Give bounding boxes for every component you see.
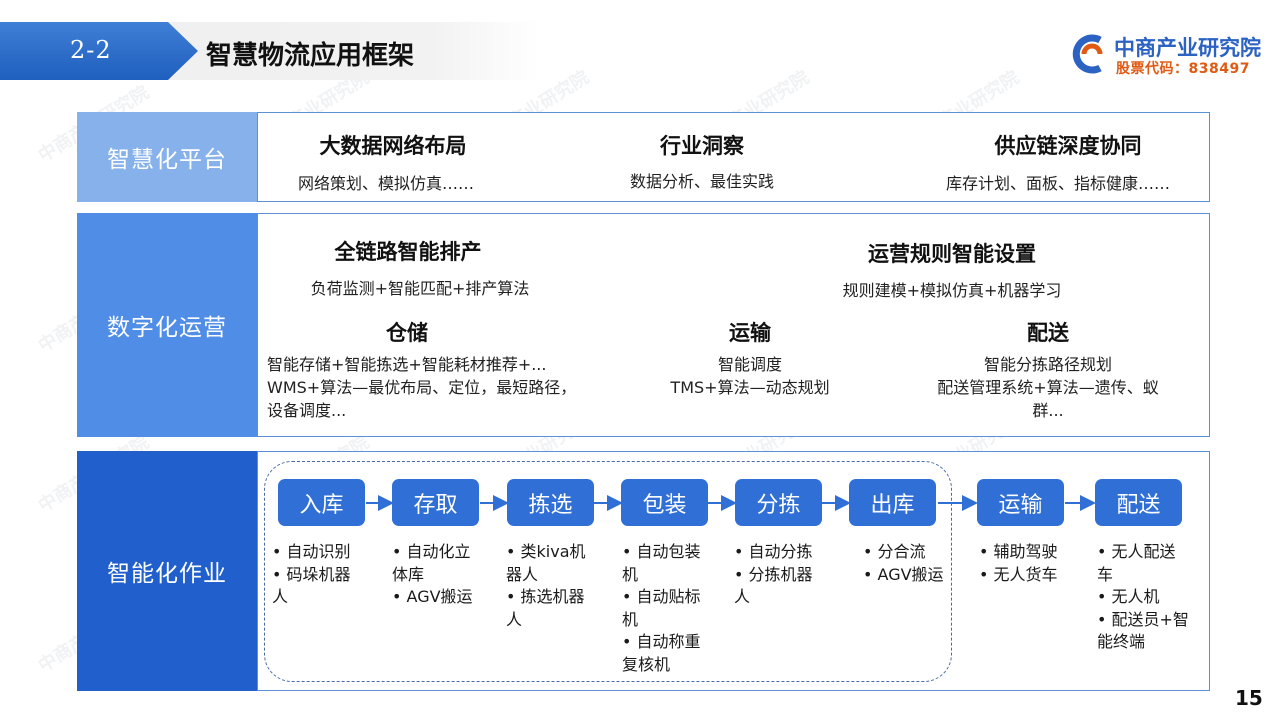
operations-item-title: 运输 (729, 321, 771, 345)
step-box: 分拣 (735, 479, 822, 526)
operations-item-title: 仓储 (386, 321, 428, 345)
execution-label: 智能化作业 (77, 451, 257, 691)
section-number: 2-2 (70, 36, 112, 64)
operations-item-desc: 负荷监测+智能匹配+排产算法 (310, 279, 530, 298)
operations-item-title: 全链路智能排产 (334, 240, 482, 264)
stock-code: 股票代码：838497 (1116, 61, 1250, 77)
step-box: 出库 (849, 479, 936, 526)
platform-item-title: 大数据网络布局 (319, 134, 467, 158)
page-title: 智慧物流应用框架 (206, 41, 415, 71)
step-box: 运输 (977, 479, 1064, 526)
operations-item-desc: 智能存储+智能拣选+智能耗材推荐+... WMS+算法—最优布局、定位，最短路径… (267, 355, 577, 420)
platform-item-desc: 库存计划、面板、指标健康…… (945, 174, 1170, 193)
step-bullets: • 自动包装 机 • 自动贴标 机 • 自动称重 复核机 (622, 542, 701, 674)
operations-item-title: 配送 (1027, 321, 1069, 345)
step-box: 入库 (278, 479, 365, 526)
step-bullets: • 自动化立 体库 • AGV搬运 (392, 542, 473, 606)
platform-item-desc: 网络策划、模拟仿真…… (297, 174, 474, 193)
step-bullets: • 辅助驾驶 • 无人货车 (979, 542, 1058, 584)
step-box: 存取 (392, 479, 479, 526)
platform-item-desc: 数据分析、最佳实践 (629, 172, 774, 191)
platform-item-title: 行业洞察 (660, 134, 744, 158)
step-bullets: • 类kiva机 器人 • 拣选机器 人 (506, 542, 586, 629)
operations-item-title: 运营规则智能设置 (868, 242, 1036, 266)
step-bullets: • 分合流 • AGV搬运 (863, 542, 944, 584)
step-bullets: • 无人配送 车 • 无人机 • 配送员+智 能终端 (1097, 542, 1189, 651)
step-bullets: • 自动分拣 • 分拣机器 人 (734, 542, 813, 606)
page-number: 15 (1235, 686, 1263, 710)
step-bullets: • 自动识别 • 码垛机器 人 (272, 542, 351, 606)
platform-item-title: 供应链深度协同 (994, 134, 1142, 158)
operations-item-desc: 智能调度 TMS+算法—动态规划 (670, 355, 830, 397)
operations-item-desc: 规则建模+模拟仿真+机器学习 (842, 281, 1062, 300)
step-box: 配送 (1095, 479, 1182, 526)
company-logo-icon (1072, 34, 1103, 74)
operations-label: 数字化运营 (77, 213, 257, 437)
step-box: 包装 (621, 479, 708, 526)
operations-item-desc: 智能分拣路径规划 配送管理系统+算法—遗传、蚁 群... (937, 355, 1159, 420)
platform-label: 智慧化平台 (77, 112, 257, 202)
step-box: 拣选 (507, 479, 594, 526)
